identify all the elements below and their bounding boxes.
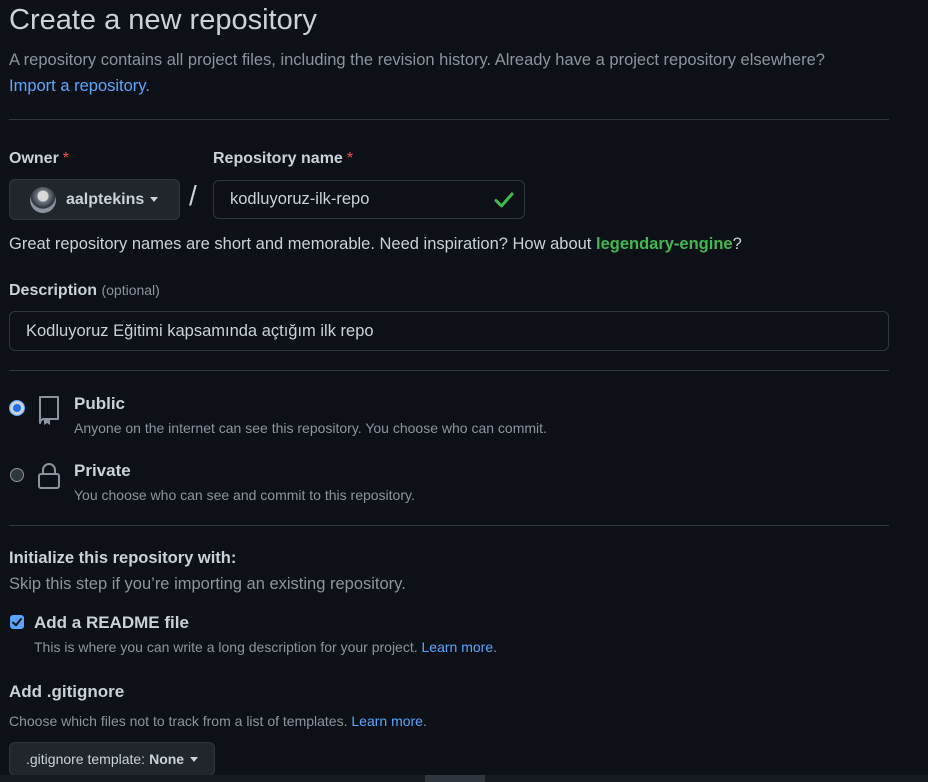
checkmark-icon: [12, 618, 22, 627]
owner-repo-separator: /: [189, 180, 197, 211]
public-radio[interactable]: [10, 401, 24, 415]
gitignore-title: Add .gitignore: [9, 682, 125, 701]
triangle-down-icon: [190, 756, 199, 762]
description-input[interactable]: Kodluyoruz Eğitimi kapsamında açtığım il…: [9, 311, 889, 351]
readme-title[interactable]: Add a README file: [34, 613, 189, 633]
triangle-down-icon: [150, 197, 159, 202]
initialize-subtitle: Skip this step if you’re importing an ex…: [9, 575, 406, 593]
name-suggestion-link[interactable]: legendary-engine: [596, 235, 733, 253]
description-label-text: Description: [9, 282, 98, 299]
divider-top: [9, 119, 889, 120]
divider-description: [9, 370, 889, 371]
owner-label-text: Owner: [9, 150, 59, 167]
repository-name-label-text: Repository name: [213, 150, 343, 167]
public-title[interactable]: Public: [74, 394, 125, 414]
description-label: Description (optional): [9, 282, 160, 300]
avatar: [30, 186, 56, 213]
scrollbar-thumb[interactable]: [425, 775, 485, 782]
owner-select-button[interactable]: aalptekins: [9, 179, 180, 220]
page-title: Create a new repository: [9, 4, 317, 36]
gitignore-button-prefix: .gitignore template:: [26, 751, 146, 767]
initialize-title: Initialize this repository with:: [9, 549, 237, 567]
repository-name-input[interactable]: kodluyoruz-ilk-repo: [213, 180, 525, 219]
readme-checkbox[interactable]: [10, 615, 24, 629]
divider-visibility: [9, 525, 889, 526]
owner-name: aalptekins: [66, 190, 145, 208]
gitignore-description: Choose which files not to track from a l…: [9, 713, 427, 729]
gitignore-template-button[interactable]: .gitignore template: None: [9, 742, 216, 776]
check-icon: [494, 192, 514, 208]
lock-icon: [38, 463, 60, 489]
readme-description: This is where you can write a long descr…: [34, 639, 497, 655]
private-title[interactable]: Private: [74, 461, 131, 481]
repository-name-label: Repository name *: [213, 150, 353, 168]
repository-required-mark: *: [346, 150, 354, 167]
public-description: Anyone on the internet can see this repo…: [74, 420, 547, 436]
private-radio[interactable]: [10, 468, 24, 482]
description-value: Kodluyoruz Eğitimi kapsamında açtığım il…: [26, 321, 374, 340]
repo-book-icon: [39, 396, 59, 425]
repository-name-value: kodluyoruz-ilk-repo: [230, 190, 370, 208]
subtitle-text: A repository contains all project files,…: [9, 51, 825, 69]
readme-description-text: This is where you can write a long descr…: [34, 639, 418, 655]
owner-required-mark: *: [62, 150, 70, 167]
readme-learn-more-link[interactable]: Learn more.: [422, 639, 497, 655]
owner-label: Owner *: [9, 150, 69, 168]
page-subtitle: A repository contains all project files,…: [9, 47, 889, 99]
import-repository-link[interactable]: Import a repository.: [9, 77, 150, 95]
repository-name-hint: Great repository names are short and mem…: [9, 235, 742, 254]
new-repository-page: Create a new repository A repository con…: [0, 0, 928, 782]
private-description: You choose who can see and commit to thi…: [74, 487, 415, 503]
gitignore-learn-more-link[interactable]: Learn more.: [351, 713, 426, 729]
gitignore-description-text: Choose which files not to track from a l…: [9, 713, 348, 729]
hint-suffix: ?: [732, 235, 742, 253]
gitignore-button-value: None: [149, 751, 185, 767]
hint-prefix: Great repository names are short and mem…: [9, 235, 592, 253]
description-optional-text: (optional): [101, 282, 160, 298]
